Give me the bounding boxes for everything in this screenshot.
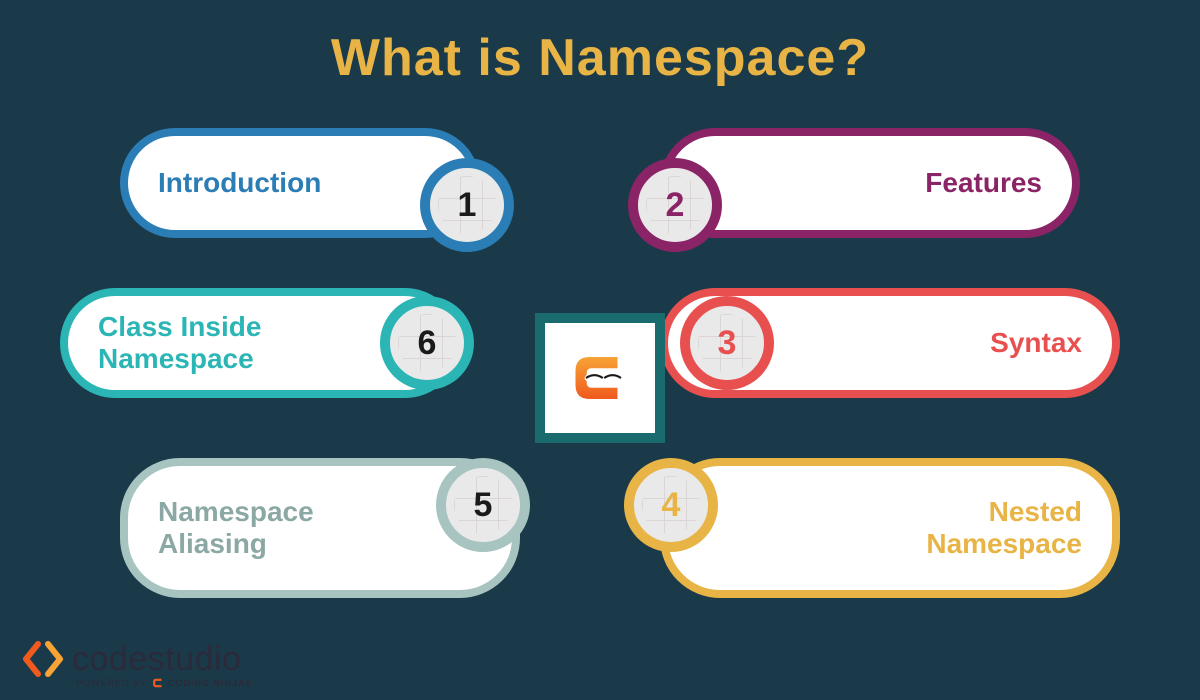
label-class-inside-namespace: Class InsideNamespace (98, 311, 321, 375)
num-circle-1: 1 (420, 158, 514, 252)
num-circle-5: 5 (436, 458, 530, 552)
page-title: What is Namespace? (0, 0, 1200, 88)
footer-branding: codestudio POWERED BY CODING NINJAS (20, 636, 253, 690)
num-4: 4 (662, 486, 681, 525)
pill-features: Features (660, 128, 1080, 238)
partner-name: CODING NINJAS (168, 678, 253, 688)
label-syntax: Syntax (930, 327, 1082, 359)
num-circle-4: 4 (624, 458, 718, 552)
center-logo (535, 313, 665, 443)
namespace-diagram: Introduction 1 Features 2 Syntax 3 Neste… (0, 98, 1200, 658)
label-introduction: Introduction (158, 167, 381, 199)
powered-by-label: POWERED BY (76, 678, 147, 688)
num-3: 3 (718, 324, 737, 363)
codestudio-icon (20, 636, 66, 682)
num-2: 2 (666, 186, 685, 225)
powered-by: POWERED BY CODING NINJAS (76, 676, 253, 690)
num-circle-2: 2 (628, 158, 722, 252)
num-5: 5 (474, 486, 493, 525)
num-6: 6 (418, 324, 437, 363)
brand-text-2: studio (148, 640, 242, 678)
brand-text-1: code (72, 640, 148, 678)
ninja-c-icon (565, 343, 635, 413)
pill-nested-namespace: NestedNamespace (660, 458, 1120, 598)
label-features: Features (865, 167, 1042, 199)
label-nested-namespace: NestedNamespace (866, 496, 1082, 560)
num-1: 1 (458, 186, 477, 225)
coding-ninjas-icon (151, 676, 165, 690)
num-circle-3: 3 (680, 296, 774, 390)
num-circle-6: 6 (380, 296, 474, 390)
partner-logo: CODING NINJAS (151, 676, 253, 690)
label-namespace-aliasing: NamespaceAliasing (158, 496, 374, 560)
